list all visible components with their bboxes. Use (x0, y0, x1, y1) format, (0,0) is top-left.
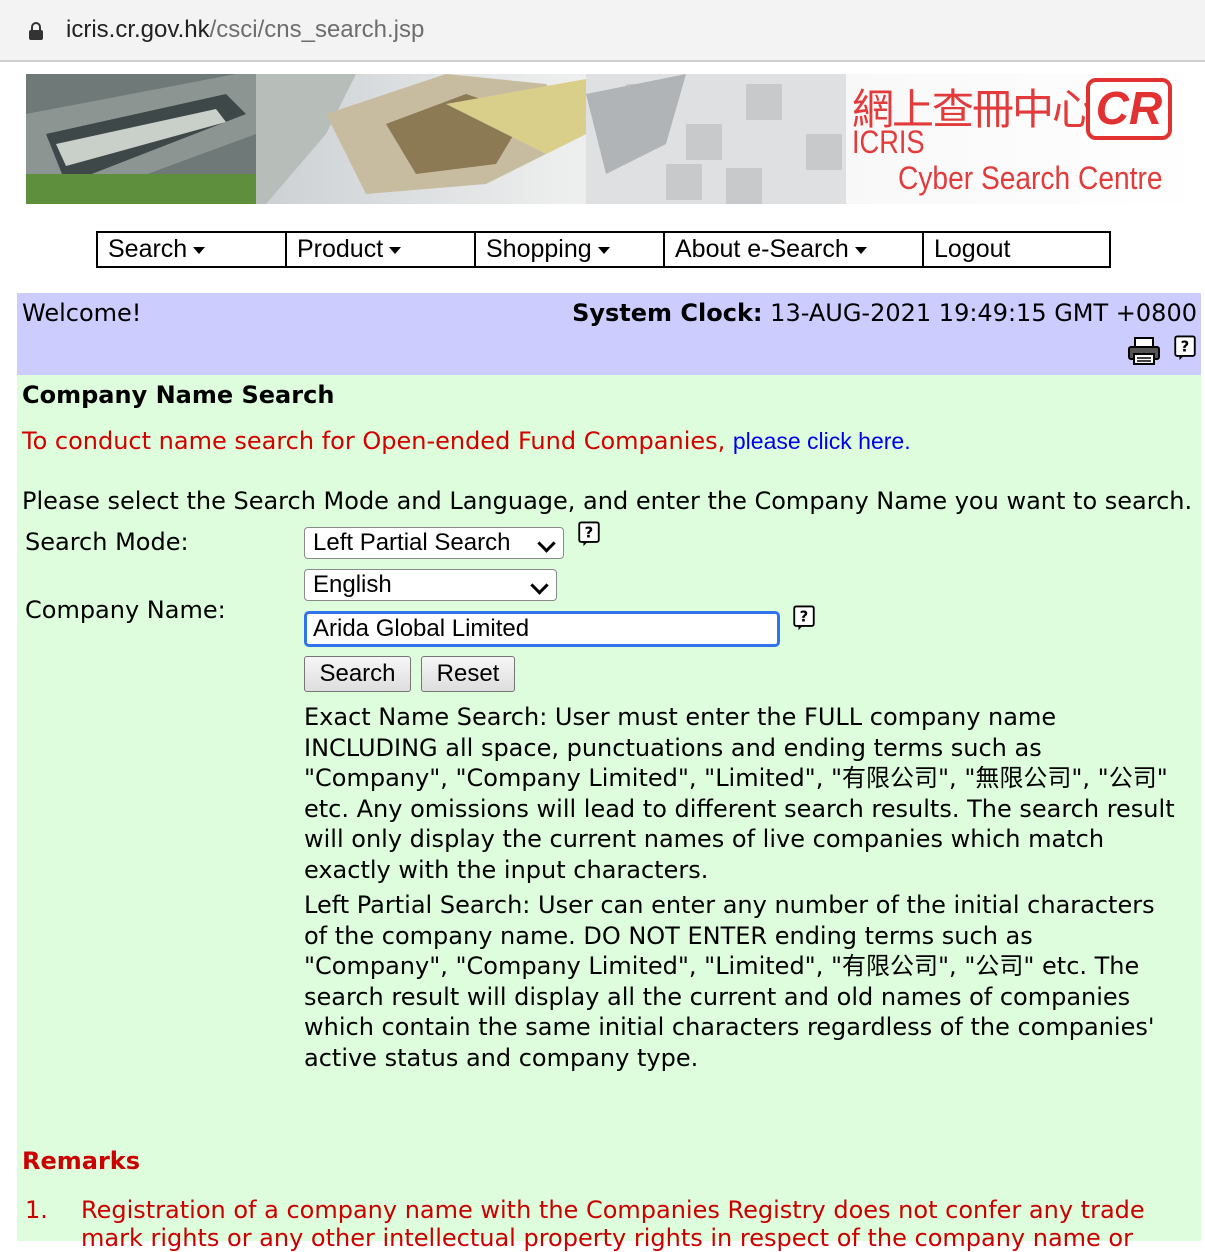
language-select[interactable]: English (304, 569, 557, 601)
system-clock: System Clock: 13-AUG-2021 19:49:15 GMT +… (572, 299, 1197, 327)
chevron-down-icon (530, 576, 549, 595)
clock-value: 13-AUG-2021 19:49:15 GMT +0800 (770, 299, 1197, 327)
help-icon[interactable]: ? (792, 605, 816, 631)
caret-down-icon (193, 246, 206, 254)
url-path: /csci/cns_search.jsp (209, 16, 425, 43)
svg-text:?: ? (585, 524, 594, 542)
instruction-text: Please select the Search Mode and Langua… (22, 487, 1193, 515)
url-host: icris.cr.gov.hk (66, 16, 210, 43)
menu-about[interactable]: About e-Search (665, 233, 924, 266)
menu-search-label: Search (108, 235, 188, 263)
brand-icris: ICRIS (852, 124, 925, 160)
search-mode-select[interactable]: Left Partial Search (304, 527, 564, 559)
site-banner: 網上查冊中心 ICRIS Cyber Search Centre CR (26, 74, 1204, 204)
svg-text:?: ? (800, 608, 809, 626)
remarks-title: Remarks (22, 1147, 141, 1175)
lock-icon (29, 22, 43, 40)
search-mode-label: Search Mode: (25, 528, 189, 556)
help-icon[interactable]: ? (577, 521, 601, 547)
reset-button[interactable]: Reset (421, 656, 515, 692)
ofc-link[interactable]: please click here. (733, 428, 911, 454)
menu-product[interactable]: Product (287, 233, 476, 266)
exact-search-description: Exact Name Search: User must enter the F… (304, 703, 1175, 884)
ofc-notice-text: To conduct name search for Open-ended Fu… (22, 427, 733, 455)
company-name-input[interactable]: Arida Global Limited (304, 611, 780, 647)
main-menu: Search Product Shopping About e-Search L… (96, 231, 1111, 268)
caret-down-icon (597, 246, 610, 254)
content-area: Company Name Search To conduct name sear… (17, 375, 1201, 1252)
caret-down-icon (854, 246, 867, 254)
cr-logo: CR (1086, 78, 1172, 140)
menu-logout-label: Logout (934, 235, 1011, 263)
partial-search-description: Left Partial Search: User can enter any … (304, 891, 1155, 1072)
address-bar[interactable]: icris.cr.gov.hk/csci/cns_search.jsp (0, 0, 1205, 62)
welcome-bar: Welcome! System Clock: 13-AUG-2021 19:49… (17, 293, 1201, 375)
svg-text:?: ? (1181, 338, 1190, 356)
help-icon[interactable]: ? (1173, 335, 1197, 361)
menu-product-label: Product (297, 235, 384, 263)
menu-logout[interactable]: Logout (924, 233, 1109, 266)
menu-search[interactable]: Search (98, 233, 287, 266)
clock-label: System Clock: (572, 299, 763, 327)
chevron-down-icon (537, 534, 556, 553)
brand-cyber-search-centre: Cyber Search Centre (898, 160, 1163, 196)
page-title: Company Name Search (22, 381, 335, 409)
ofc-notice: To conduct name search for Open-ended Fu… (22, 427, 911, 455)
language-value: English (313, 571, 392, 598)
search-mode-value: Left Partial Search (313, 529, 511, 556)
remark-number: 1. (25, 1196, 48, 1224)
url-text[interactable]: icris.cr.gov.hk/csci/cns_search.jsp (66, 16, 424, 44)
menu-shopping-label: Shopping (486, 235, 592, 263)
company-name-label: Company Name: (25, 596, 226, 624)
print-icon[interactable] (1127, 337, 1161, 365)
menu-shopping[interactable]: Shopping (476, 233, 665, 266)
search-button[interactable]: Search (304, 656, 411, 692)
caret-down-icon (389, 246, 402, 254)
welcome-text: Welcome! (22, 299, 142, 327)
menu-about-label: About e-Search (675, 235, 849, 263)
remark-text: Registration of a company name with the … (81, 1196, 1145, 1252)
